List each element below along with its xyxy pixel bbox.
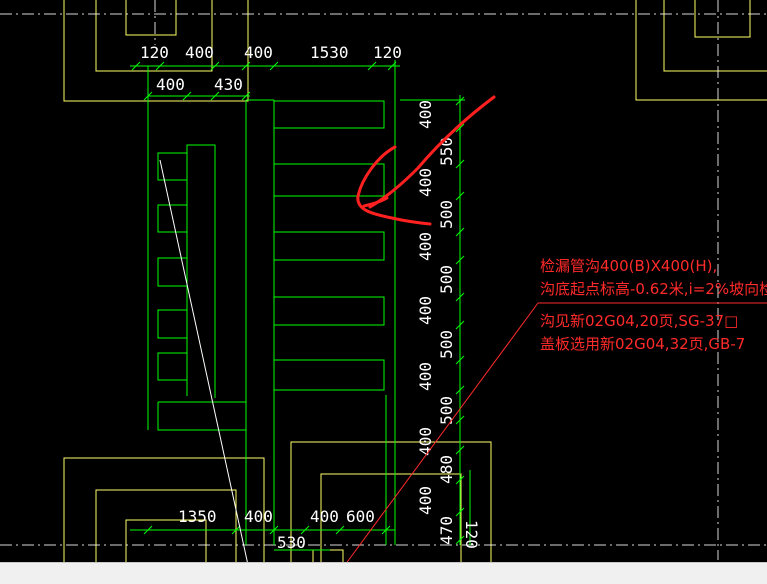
dim-top-120-right: 120: [373, 43, 402, 62]
dim-bottom-600: 600: [346, 507, 375, 526]
dim-bottom-530: 530: [277, 533, 306, 552]
dim-bottom-1350: 1350: [178, 507, 217, 526]
dim-top-1530: 1530: [310, 43, 349, 62]
trench-branch-right: [274, 163, 385, 197]
trench-branch-left: [157, 352, 187, 381]
column-outline-bottom-left-outer: [63, 457, 265, 579]
dim-right: 500: [437, 330, 456, 359]
annotation-line-2: 沟底起点标高-0.62米,i=2%坡向检漏井: [540, 280, 767, 298]
dim-top2-430: 430: [214, 75, 243, 94]
dim-right: 500: [437, 396, 456, 425]
dim-right: 400: [416, 427, 435, 456]
dim-right: 400: [416, 486, 435, 515]
dim-bottom-120-vertical: 120: [462, 520, 481, 549]
dim-right: 400: [416, 232, 435, 261]
dim-right: 470: [437, 516, 456, 545]
column-outline-top-right-outer: [635, 0, 767, 101]
dim-top-400-b: 400: [244, 43, 273, 62]
column-outline-top-left-core: [125, 0, 177, 36]
annotation-line-4: 盖板选用新02G04,32页,GB-7: [540, 335, 745, 353]
dim-right: 400: [416, 100, 435, 129]
annotation-note: 检漏管沟400(B)X400(H), 沟底起点标高-0.62米,i=2%坡向检漏…: [540, 257, 767, 353]
trench-branch-right: [274, 359, 385, 391]
dim-right: 500: [437, 265, 456, 294]
dim-top-400-a: 400: [185, 43, 214, 62]
trench-branch-right: [274, 296, 385, 326]
dim-right: 400: [416, 168, 435, 197]
right-dimensions: 4005504005004005004005004005004004804004…: [416, 100, 456, 545]
trench-branch-right: [274, 100, 385, 129]
dim-right: 480: [437, 455, 456, 484]
column-outline-top-right-core: [694, 0, 751, 38]
trench-branch-right: [274, 231, 385, 261]
trench-branch-left: [157, 309, 187, 339]
status-bar: [0, 562, 767, 584]
trench-channel-outline: [186, 144, 216, 398]
annotation-line-1: 检漏管沟400(B)X400(H),: [540, 257, 717, 275]
dim-bottom-400-a: 400: [244, 507, 273, 526]
dim-right: 400: [416, 296, 435, 325]
dim-right: 550: [437, 137, 456, 166]
trench-branches: [157, 100, 385, 391]
annotation-line-3: 沟见新02G04,20页,SG-37□: [540, 312, 738, 330]
dim-top2-400: 400: [156, 75, 185, 94]
cad-drawing-canvas[interactable]: 120 400 400 1530 120 400 430 40055040050…: [0, 0, 767, 583]
dim-top-120-left: 120: [140, 43, 169, 62]
dim-right: 500: [437, 200, 456, 229]
dim-right: 400: [416, 362, 435, 391]
dim-bottom-400-b: 400: [310, 507, 339, 526]
diagonal-line: [159, 159, 249, 566]
trench-branch-left: [157, 152, 187, 181]
column-outline-top-right-inner: [663, 0, 767, 72]
trench-outlet: [157, 402, 246, 431]
